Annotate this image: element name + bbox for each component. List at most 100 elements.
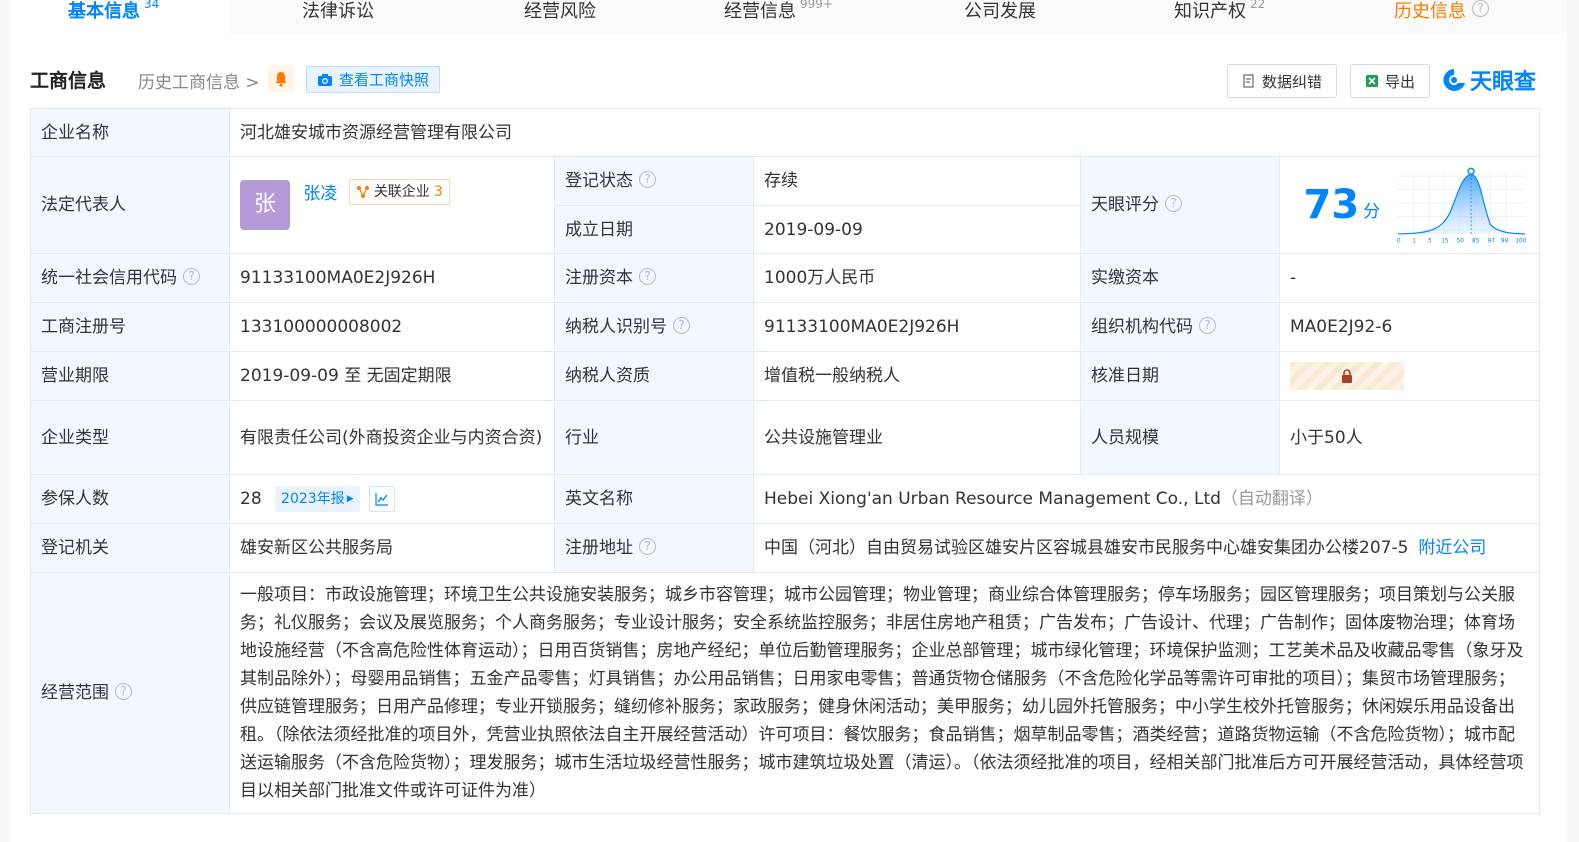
eye-logo-icon: [1443, 69, 1465, 91]
staff-key: 人员规模: [1080, 400, 1280, 475]
org-code-key: 组织机构代码?: [1080, 302, 1280, 352]
axis-tick: 1: [1412, 239, 1416, 245]
help-icon[interactable]: ?: [639, 537, 656, 555]
scope-key: 经营范围?: [30, 572, 230, 814]
axis-tick: 100: [1516, 239, 1527, 245]
tab-count: 999+: [800, 0, 833, 11]
axis-tick: 3: [1428, 239, 1432, 245]
line-chart-icon: [375, 493, 389, 506]
legal-rep-name-link[interactable]: 张凌: [303, 184, 337, 204]
tab-label: 法律诉讼: [302, 1, 374, 22]
page: 基本信息 34 法律诉讼 经营风险 经营信息 999+ 公司发展 知识产权 22 历史…: [10, 0, 1567, 842]
export-button[interactable]: 导出: [1350, 64, 1431, 98]
table-row: 企业类型 有限责任公司(外商投资企业与内资合资) 行业 公共设施管理业 人员规模…: [30, 400, 1541, 475]
axis-tick: 85: [1472, 239, 1480, 245]
tab-label: 知识产权: [1174, 1, 1246, 22]
tab-history[interactable]: 历史信息?: [1394, 0, 1489, 30]
found-date-value: 2019-09-09: [753, 205, 1081, 254]
trend-chart-button[interactable]: [369, 486, 396, 512]
annual-report-button[interactable]: 2023年报 ▶: [275, 486, 360, 512]
reg-no-key: 工商注册号: [30, 302, 230, 352]
tab-legal[interactable]: 法律诉讼: [302, 0, 374, 30]
term-key: 营业期限: [30, 351, 230, 401]
axis-tick: 15: [1441, 239, 1449, 245]
table-row: 营业期限 2019-09-09 至 无固定期限 纳税人资质 增值税一般纳税人 核…: [30, 351, 1541, 401]
credit-code-value: 91133100MA0E2J926H: [229, 253, 555, 303]
tab-operation[interactable]: 经营信息 999+: [724, 0, 833, 30]
reg-capital-value: 1000万人民币: [753, 253, 1081, 303]
en-name-text: Hebei Xiong'an Urban Resource Management…: [764, 489, 1221, 509]
help-icon[interactable]: ?: [1165, 194, 1182, 212]
related-label: 关联企业: [373, 183, 430, 200]
camera-icon: [318, 73, 332, 86]
help-icon[interactable]: ?: [639, 170, 656, 188]
history-link[interactable]: 历史工商信息 >: [138, 68, 260, 93]
approve-date-key: 核准日期: [1080, 351, 1280, 401]
en-name-value: Hebei Xiong'an Urban Resource Management…: [752, 474, 1541, 524]
logo-text: 天眼查: [1470, 70, 1537, 95]
tab-bar: 基本信息 34 法律诉讼 经营风险 经营信息 999+ 公司发展 知识产权 22 历史…: [10, 0, 1567, 34]
tax-qual-value: 增值税一般纳税人: [753, 351, 1081, 401]
reg-capital-label: 注册资本: [565, 268, 633, 288]
tab-ip[interactable]: 知识产权 22: [1174, 0, 1265, 30]
edit-doc-icon: [1243, 74, 1254, 88]
table-row: 法定代表人 张 张凌 关联企业 3 登记状态? 存续 天眼评分? 73 分 0 …: [30, 156, 1541, 254]
found-date-key: 成立日期: [554, 205, 754, 254]
table-row: 企业名称 河北雄安城市资源经营管理有限公司: [30, 108, 1541, 157]
table-row: 工商注册号 133100000008002 纳税人识别号? 91133100MA…: [30, 302, 1541, 352]
related-companies-button[interactable]: 关联企业 3: [348, 178, 450, 205]
help-icon[interactable]: ?: [115, 682, 132, 700]
tab-risk[interactable]: 经营风险: [524, 0, 596, 30]
legal-rep-key: 法定代表人: [30, 156, 230, 254]
authority-key: 登记机关: [30, 523, 230, 573]
staff-value: 小于50人: [1278, 400, 1541, 475]
avatar[interactable]: 张: [240, 180, 290, 230]
tab-label: 历史信息: [1394, 1, 1466, 22]
legal-rep-value: 张 张凌 关联企业 3: [229, 156, 555, 254]
snapshot-button[interactable]: 查看工商快照: [306, 66, 441, 93]
locked-value[interactable]: [1290, 362, 1404, 390]
term-value: 2019-09-09 至 无固定期限: [229, 351, 555, 401]
reg-no-value: 133100000008002: [229, 302, 555, 352]
tax-id-value: 91133100MA0E2J926H: [753, 302, 1081, 352]
reg-status-value: 存续: [753, 156, 1081, 206]
paid-capital-key: 实缴资本: [1080, 253, 1280, 303]
export-label: 导出: [1385, 72, 1416, 91]
score-widget[interactable]: 73 分 0 1 3 15 50 85 97 99 100: [1290, 165, 1529, 245]
approve-date-value: [1278, 351, 1541, 401]
tax-id-key: 纳税人识别号?: [554, 302, 754, 352]
help-icon[interactable]: ?: [183, 267, 200, 285]
caret-right-icon: ▶: [346, 494, 354, 504]
help-icon[interactable]: ?: [1199, 316, 1216, 334]
org-code-label: 组织机构代码: [1091, 317, 1193, 337]
address-label: 注册地址: [565, 538, 633, 558]
data-correct-button[interactable]: 数据纠错: [1227, 64, 1338, 98]
axis-tick: 99: [1501, 239, 1509, 245]
table-row: 统一社会信用代码? 91133100MA0E2J926H 注册资本? 1000万…: [30, 253, 1541, 303]
score-value: 73 分 0 1 3 15 50 85 97 99 100: [1278, 156, 1541, 254]
tax-id-label: 纳税人识别号: [565, 317, 667, 337]
en-name-key: 英文名称: [554, 474, 754, 524]
legal-rep-wrap: 张凌 关联企业 3: [303, 178, 450, 208]
tab-development[interactable]: 公司发展: [964, 0, 1036, 30]
industry-key: 行业: [554, 400, 754, 475]
scope-value: 一般项目：市政设施管理；环境卫生公共设施安装服务；城乡市容管理；城市公园管理；物…: [228, 572, 1541, 814]
credit-code-label: 统一社会信用代码: [41, 268, 177, 288]
data-correct-label: 数据纠错: [1262, 72, 1323, 91]
nearby-companies-link[interactable]: 附近公司: [1418, 538, 1486, 558]
table-row: 经营范围? 一般项目：市政设施管理；环境卫生公共设施安装服务；城乡市容管理；城市…: [30, 572, 1541, 814]
tab-basic-info[interactable]: 基本信息 34: [68, 0, 159, 30]
help-icon[interactable]: ?: [639, 267, 656, 285]
score-unit: 分: [1363, 202, 1381, 222]
scope-label: 经营范围: [41, 683, 109, 703]
score-label: 天眼评分: [1091, 195, 1159, 215]
company-name-value: 河北雄安城市资源经营管理有限公司: [228, 108, 1541, 157]
related-count: 3: [433, 183, 443, 200]
help-icon: ?: [1472, 0, 1489, 17]
business-info-table: 企业名称 河北雄安城市资源经营管理有限公司 法定代表人 张 张凌 关联企业 3 登…: [30, 108, 1541, 814]
type-key: 企业类型: [30, 400, 230, 475]
excel-icon: [1366, 75, 1378, 87]
help-icon[interactable]: ?: [673, 316, 690, 334]
bell-icon[interactable]: [268, 66, 294, 92]
annual-report-label: 2023年报: [281, 491, 345, 507]
